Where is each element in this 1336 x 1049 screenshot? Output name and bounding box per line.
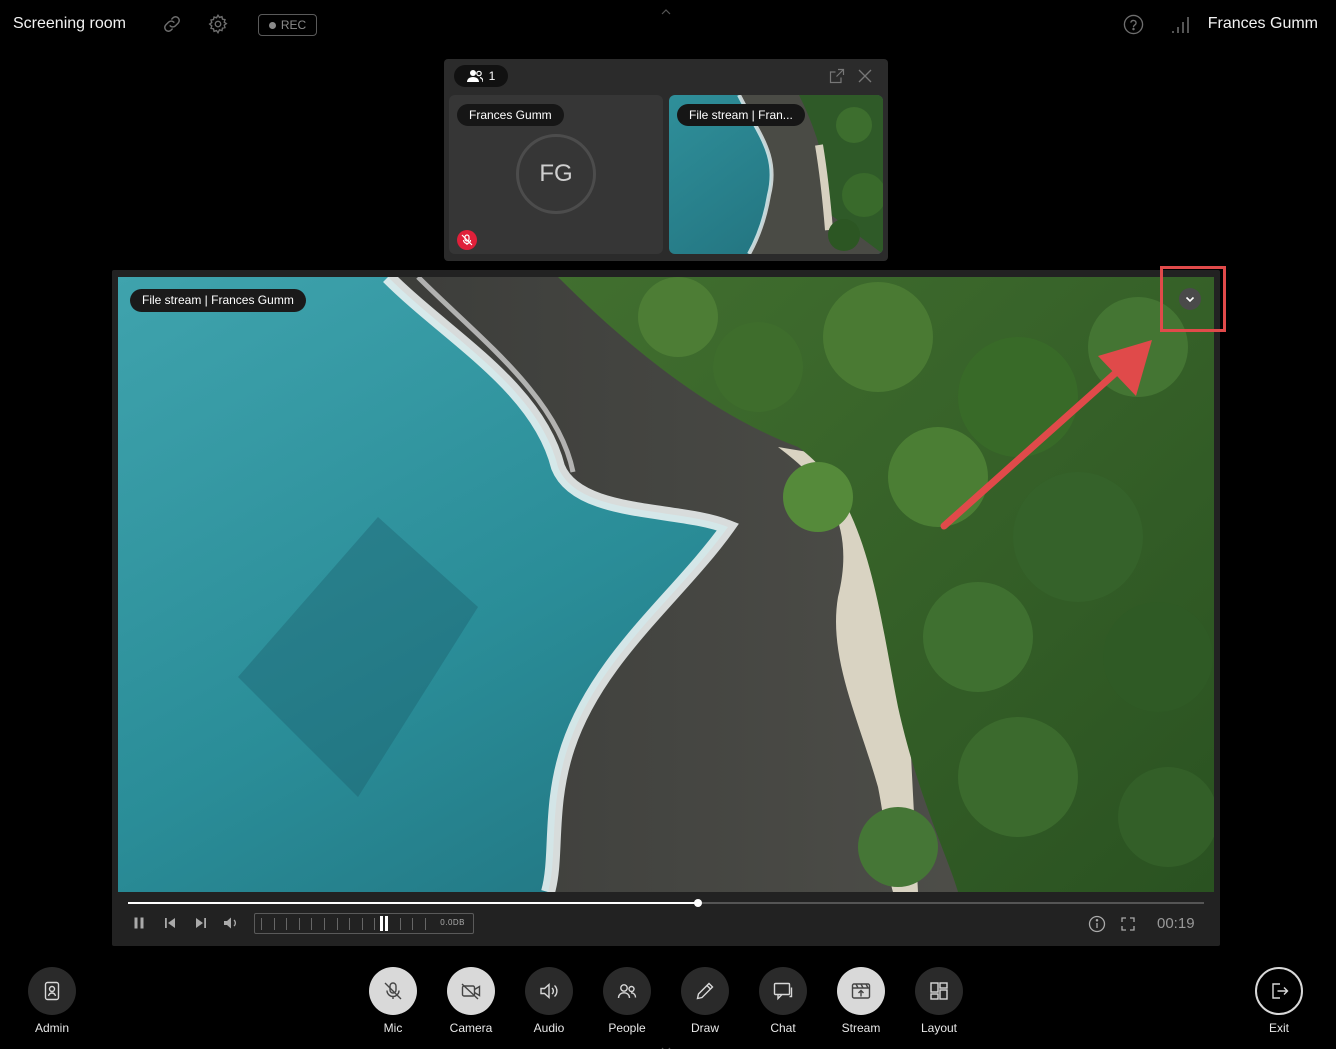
layout-button[interactable]: Layout xyxy=(904,967,974,1035)
skip-forward-icon[interactable] xyxy=(192,914,210,932)
exit-icon xyxy=(1255,967,1303,1015)
participant-tile[interactable]: Frances Gumm FG xyxy=(449,95,663,254)
people-icon xyxy=(603,967,651,1015)
stream-icon xyxy=(837,967,885,1015)
admin-icon xyxy=(28,967,76,1015)
gear-icon[interactable] xyxy=(207,13,229,35)
top-bar: Screening room REC Frances Gumm xyxy=(0,0,1336,50)
mic-button[interactable]: Mic xyxy=(358,967,428,1035)
mic-off-icon xyxy=(457,230,477,250)
avatar: FG xyxy=(516,134,596,214)
close-icon[interactable] xyxy=(857,68,873,84)
stream-label-text: Stream xyxy=(841,1021,881,1035)
stream-tile[interactable]: File stream | Fran... xyxy=(669,95,883,254)
chat-button[interactable]: Chat xyxy=(748,967,818,1035)
chat-label: Chat xyxy=(770,1021,796,1035)
draw-label: Draw xyxy=(690,1021,719,1035)
progress-bar[interactable] xyxy=(128,902,1204,904)
exit-button[interactable]: Exit xyxy=(1244,967,1314,1035)
volume-meter-ticks xyxy=(261,918,426,930)
record-button[interactable]: REC xyxy=(258,14,317,36)
link-icon[interactable] xyxy=(161,13,183,35)
info-icon[interactable] xyxy=(1088,915,1106,933)
playback-time: 00:19 xyxy=(1157,915,1195,932)
camera-button[interactable]: Camera xyxy=(436,967,506,1035)
exit-label: Exit xyxy=(1268,1021,1289,1035)
mic-label: Mic xyxy=(383,1021,403,1035)
annotation-highlight xyxy=(1160,266,1226,332)
volume-handle[interactable] xyxy=(380,916,389,931)
pencil-icon xyxy=(681,967,729,1015)
chevron-up-icon[interactable] xyxy=(661,3,671,15)
volume-icon[interactable] xyxy=(222,914,240,932)
stream-button[interactable]: Stream xyxy=(826,967,896,1035)
pop-out-icon[interactable] xyxy=(829,68,845,84)
participant-count-value: 1 xyxy=(488,69,496,83)
signal-icon xyxy=(1172,16,1190,33)
speaker-icon xyxy=(525,967,573,1015)
admin-button[interactable]: Admin xyxy=(17,967,87,1035)
record-dot-icon xyxy=(268,21,276,29)
fullscreen-icon[interactable] xyxy=(1119,915,1137,933)
volume-meter[interactable]: 0.0DB xyxy=(254,913,474,934)
pause-icon[interactable] xyxy=(130,914,148,932)
progress-fill xyxy=(128,902,699,904)
layout-label: Layout xyxy=(920,1021,958,1035)
camera-label: Camera xyxy=(449,1021,493,1035)
help-icon[interactable] xyxy=(1123,14,1144,35)
participant-count[interactable]: 1 xyxy=(454,65,508,87)
room-title: Screening room xyxy=(13,15,126,32)
user-name[interactable]: Frances Gumm xyxy=(1208,15,1318,33)
camera-off-icon xyxy=(447,967,495,1015)
stream-tile-label: File stream | Fran... xyxy=(677,104,805,126)
skip-back-icon[interactable] xyxy=(161,914,179,932)
people-button[interactable]: People xyxy=(592,967,662,1035)
participant-name: Frances Gumm xyxy=(457,104,564,126)
chevron-down-icon[interactable] xyxy=(661,1041,671,1049)
people-icon xyxy=(466,70,483,83)
record-label: REC xyxy=(280,18,307,32)
audio-label: Audio xyxy=(533,1021,565,1035)
people-label: People xyxy=(608,1021,646,1035)
mic-off-icon xyxy=(369,967,417,1015)
annotation-arrow xyxy=(940,340,1152,530)
participants-panel: 1 Frances Gumm FG File stream | Fran... xyxy=(444,59,888,261)
chat-icon xyxy=(759,967,807,1015)
stream-label: File stream | Frances Gumm xyxy=(130,289,306,312)
audio-button[interactable]: Audio xyxy=(514,967,584,1035)
draw-button[interactable]: Draw xyxy=(670,967,740,1035)
admin-label: Admin xyxy=(34,1021,69,1035)
layout-grid-icon xyxy=(915,967,963,1015)
volume-readout: 0.0DB xyxy=(440,918,465,927)
